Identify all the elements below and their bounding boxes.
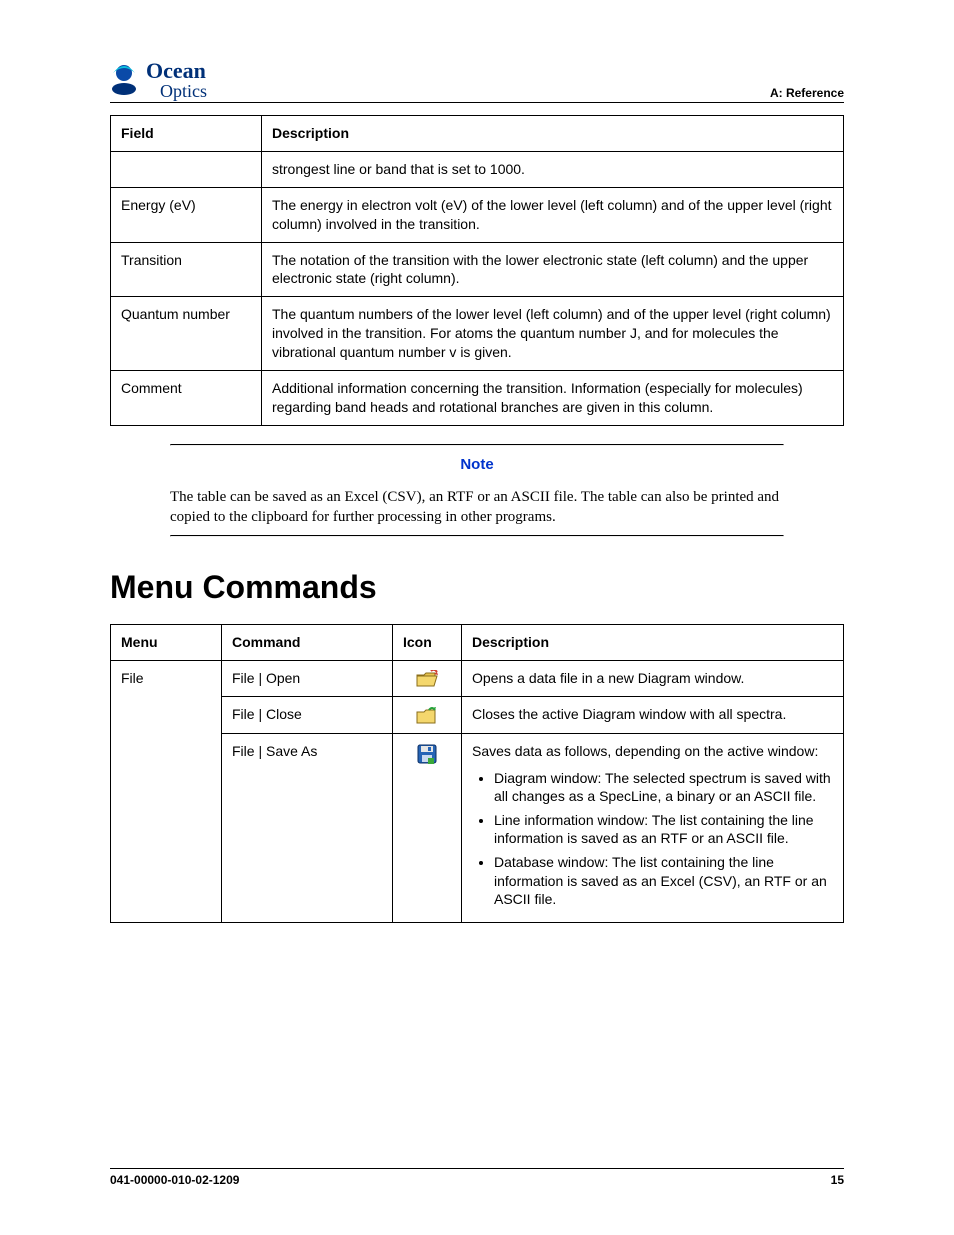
table-row: Transition The notation of the transitio… bbox=[111, 242, 844, 297]
menu-header-command: Command bbox=[222, 625, 393, 661]
menu-name: File bbox=[111, 661, 222, 923]
command-description: Opens a data file in a new Diagram windo… bbox=[462, 661, 844, 697]
list-item: Diagram window: The selected spectrum is… bbox=[494, 769, 833, 805]
field-desc: The notation of the transition with the … bbox=[262, 242, 844, 297]
table-row: Quantum number The quantum numbers of th… bbox=[111, 297, 844, 371]
open-folder-icon bbox=[416, 670, 438, 688]
page: Ocean Optics A: Reference Field Descript… bbox=[0, 0, 954, 1235]
note-bottom-rule bbox=[170, 535, 784, 537]
header-reference-label: A: Reference bbox=[770, 86, 844, 100]
logo-text-bottom: Optics bbox=[160, 82, 207, 100]
logo-text: Ocean Optics bbox=[146, 60, 207, 100]
logo-wave-icon bbox=[110, 63, 140, 97]
logo-text-top: Ocean bbox=[146, 60, 207, 82]
command-name: File | Close bbox=[222, 697, 393, 733]
close-folder-icon bbox=[416, 707, 438, 725]
field-name: Transition bbox=[111, 242, 262, 297]
note-block: Note The table can be saved as an Excel … bbox=[170, 444, 784, 538]
field-desc: Additional information concerning the tr… bbox=[262, 371, 844, 426]
table-row: File File | Open Opens a data file in a … bbox=[111, 661, 844, 697]
field-name: Comment bbox=[111, 371, 262, 426]
page-footer: 041-00000-010-02-1209 15 bbox=[110, 1168, 844, 1187]
note-body: The table can be saved as an Excel (CSV)… bbox=[170, 487, 784, 528]
field-desc: strongest line or band that is set to 10… bbox=[262, 151, 844, 187]
list-item: Line information window: The list contai… bbox=[494, 811, 833, 847]
command-description: Closes the active Diagram window with al… bbox=[462, 697, 844, 733]
footer-doc-number: 041-00000-010-02-1209 bbox=[110, 1173, 239, 1187]
list-item: Database window: The list containing the… bbox=[494, 853, 833, 908]
table-header-row: Menu Command Icon Description bbox=[111, 625, 844, 661]
table-row: strongest line or band that is set to 10… bbox=[111, 151, 844, 187]
fields-header-description: Description bbox=[262, 116, 844, 152]
menu-header-icon: Icon bbox=[393, 625, 462, 661]
field-name bbox=[111, 151, 262, 187]
menu-commands-table: Menu Command Icon Description File File … bbox=[110, 624, 844, 923]
command-icon-cell bbox=[393, 733, 462, 922]
table-header-row: Field Description bbox=[111, 116, 844, 152]
field-desc: The quantum numbers of the lower level (… bbox=[262, 297, 844, 371]
fields-table: Field Description strongest line or band… bbox=[110, 115, 844, 426]
page-header: Ocean Optics A: Reference bbox=[110, 60, 844, 103]
command-icon-cell bbox=[393, 697, 462, 733]
field-name: Energy (eV) bbox=[111, 187, 262, 242]
save-as-intro: Saves data as follows, depending on the … bbox=[472, 743, 818, 759]
section-heading: Menu Commands bbox=[110, 569, 844, 606]
table-row: Comment Additional information concernin… bbox=[111, 371, 844, 426]
command-description: Saves data as follows, depending on the … bbox=[462, 733, 844, 922]
save-as-list: Diagram window: The selected spectrum is… bbox=[472, 769, 833, 908]
save-disk-icon bbox=[417, 744, 437, 764]
menu-header-description: Description bbox=[462, 625, 844, 661]
command-name: File | Save As bbox=[222, 733, 393, 922]
field-name: Quantum number bbox=[111, 297, 262, 371]
fields-header-field: Field bbox=[111, 116, 262, 152]
menu-header-menu: Menu bbox=[111, 625, 222, 661]
logo: Ocean Optics bbox=[110, 60, 207, 100]
command-icon-cell bbox=[393, 661, 462, 697]
footer-page-number: 15 bbox=[831, 1173, 844, 1187]
note-top-rule bbox=[170, 444, 784, 446]
table-row: Energy (eV) The energy in electron volt … bbox=[111, 187, 844, 242]
note-title: Note bbox=[170, 456, 784, 473]
command-name: File | Open bbox=[222, 661, 393, 697]
field-desc: The energy in electron volt (eV) of the … bbox=[262, 187, 844, 242]
